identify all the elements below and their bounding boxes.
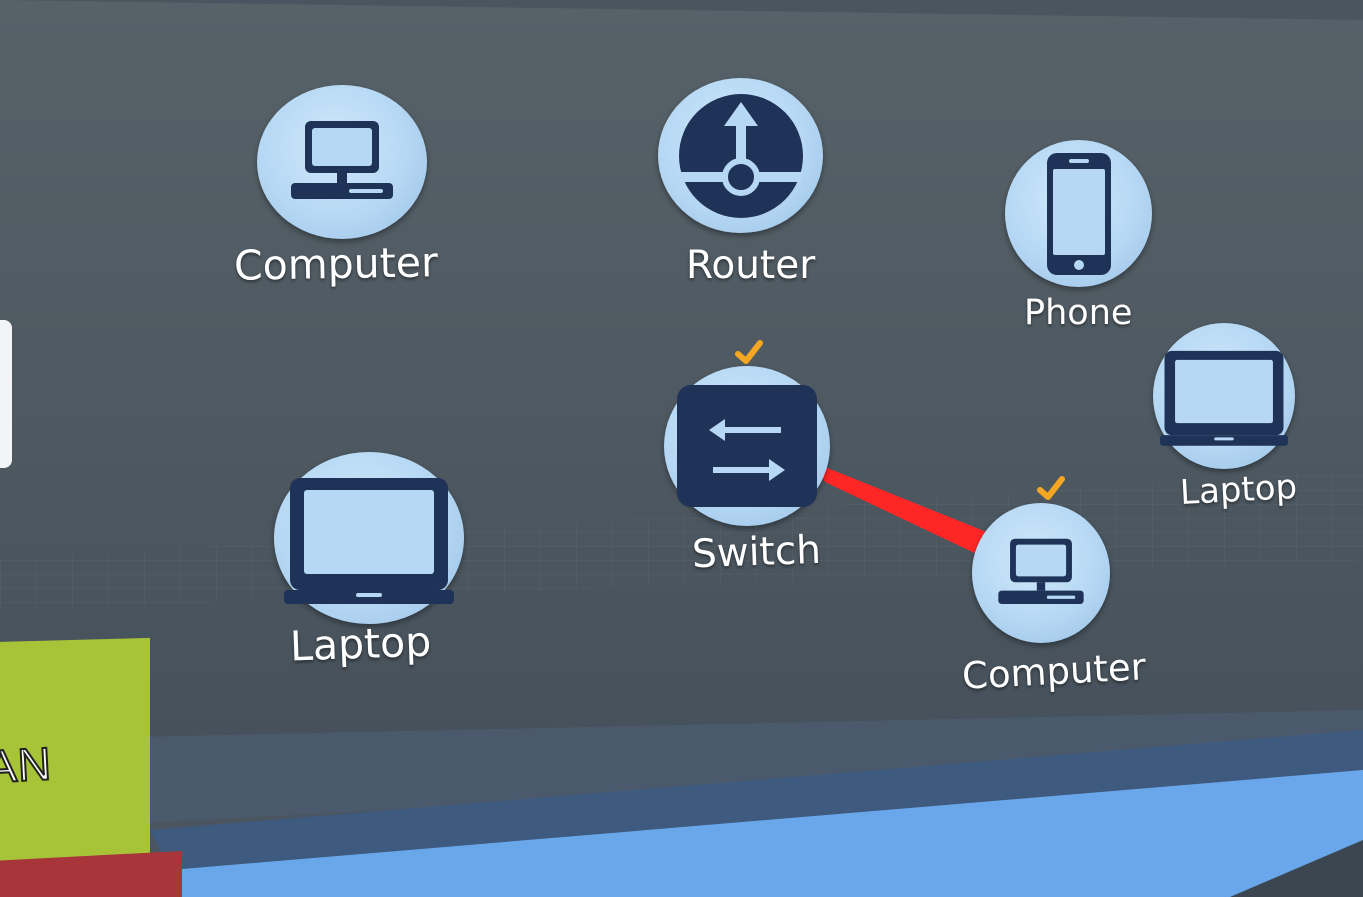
node-label-laptop-2: Laptop	[1179, 466, 1299, 514]
router-icon	[678, 93, 803, 218]
node-laptop-1[interactable]	[274, 452, 464, 624]
node-laptop-2[interactable]	[1153, 323, 1295, 469]
node-label-computer-1: Computer	[233, 238, 439, 290]
node-label-phone: Phone	[1024, 293, 1133, 333]
node-label-router: Router	[686, 243, 816, 288]
network-builder-view: AN Computer Router Phone Laptop Switch C…	[0, 0, 1363, 897]
computer-2-selected-check-icon	[1037, 476, 1065, 500]
switch-selected-check-icon	[735, 340, 763, 364]
phone-icon	[1046, 152, 1111, 275]
laptop-icon	[1160, 350, 1288, 446]
node-label-laptop-1: Laptop	[289, 617, 432, 671]
switch-icon	[677, 385, 817, 507]
desktop-icon	[291, 121, 393, 199]
node-computer-1[interactable]	[257, 85, 427, 239]
connection-cable	[815, 463, 994, 558]
node-phone[interactable]	[1005, 140, 1152, 287]
node-router[interactable]	[658, 78, 823, 233]
node-computer-2[interactable]	[972, 503, 1110, 643]
node-switch[interactable]	[664, 366, 830, 526]
desktop-icon	[998, 538, 1084, 604]
laptop-icon	[284, 478, 454, 604]
node-label-switch: Switch	[691, 527, 822, 578]
